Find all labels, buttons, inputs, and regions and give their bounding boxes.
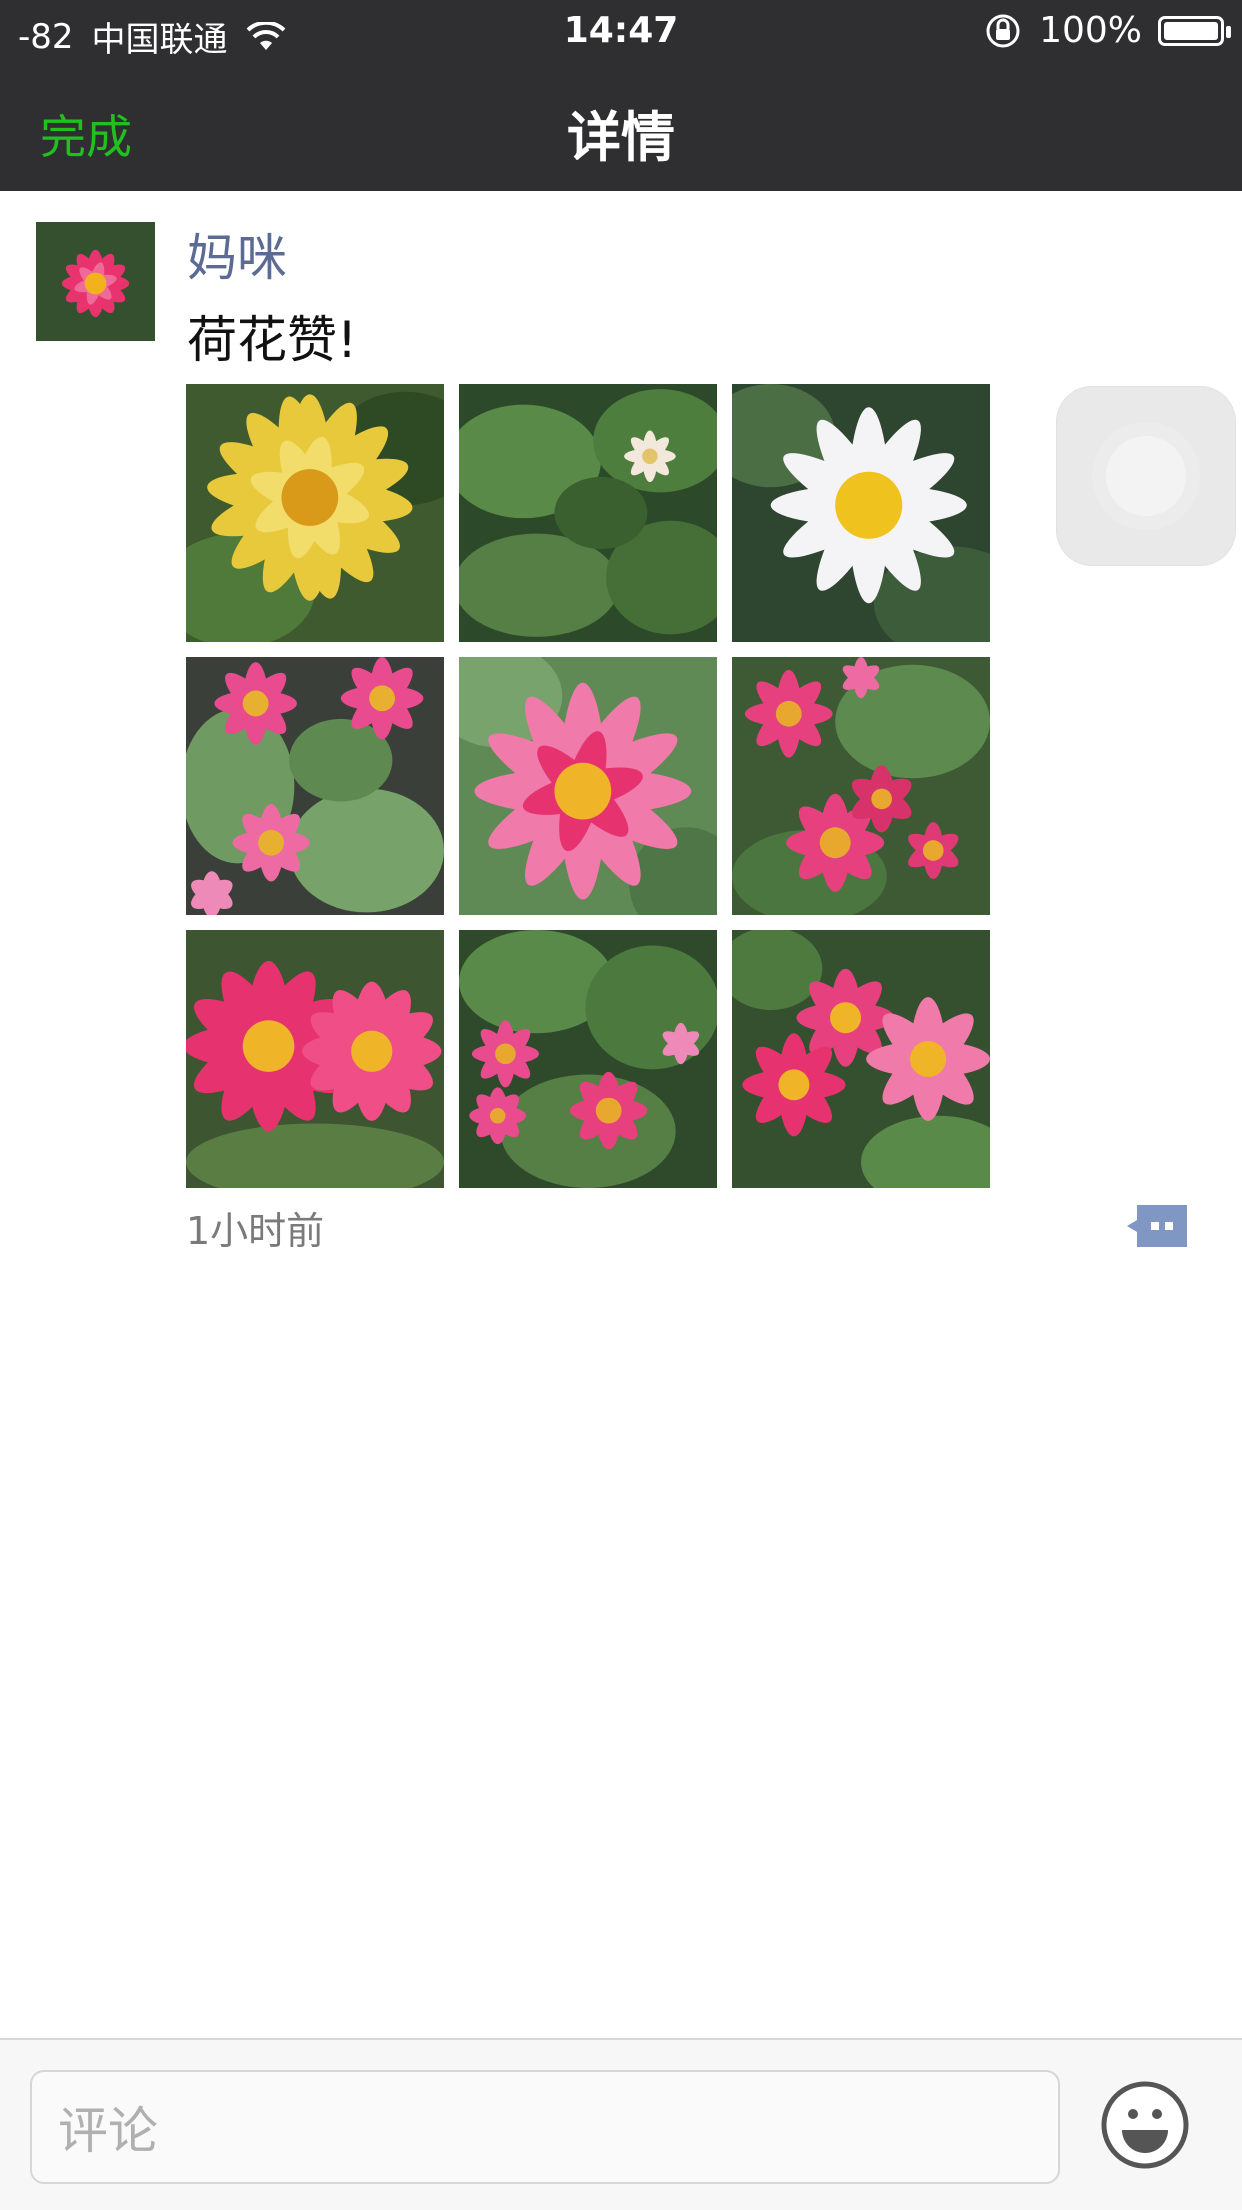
post-username[interactable]: 妈咪	[187, 218, 287, 290]
photo-pink-lilies-group[interactable]	[186, 657, 444, 915]
page-title: 详情	[567, 106, 675, 169]
photo-white-water-lily[interactable]	[732, 384, 990, 642]
avatar-lotus-image	[36, 222, 155, 341]
post-timestamp: 1小时前	[186, 1209, 325, 1253]
emoji-face-icon[interactable]	[1100, 2080, 1190, 2170]
avatar[interactable]	[36, 222, 155, 341]
assistive-touch-button[interactable]	[1056, 386, 1236, 566]
photo-small-pink-lilies[interactable]	[459, 930, 717, 1188]
status-bar: -82 中国联通 14:47 100%	[0, 0, 1242, 63]
rotation-lock-icon	[986, 14, 1020, 47]
photo-white-lily-bud-leaves[interactable]	[459, 384, 717, 642]
photo-pink-lilies-cluster[interactable]	[732, 657, 990, 915]
post-text: 荷花赞!	[187, 311, 358, 369]
status-right: 100%	[983, 10, 1231, 51]
comment-input[interactable]: 评论	[30, 2070, 1060, 2184]
photo-pink-lilies-trio[interactable]	[732, 930, 990, 1188]
photo-yellow-water-lily[interactable]	[186, 384, 444, 642]
photo-grid	[186, 384, 990, 1188]
comment-bubble-icon[interactable]	[1125, 1203, 1189, 1249]
photo-pink-water-lily[interactable]	[459, 657, 717, 915]
battery-percent: 100%	[1039, 10, 1142, 51]
comment-bar: 评论	[0, 2038, 1242, 2210]
navigation-bar: 完成 详情	[0, 63, 1242, 191]
battery-icon	[1158, 15, 1231, 46]
photo-two-pink-lilies[interactable]	[186, 930, 444, 1188]
